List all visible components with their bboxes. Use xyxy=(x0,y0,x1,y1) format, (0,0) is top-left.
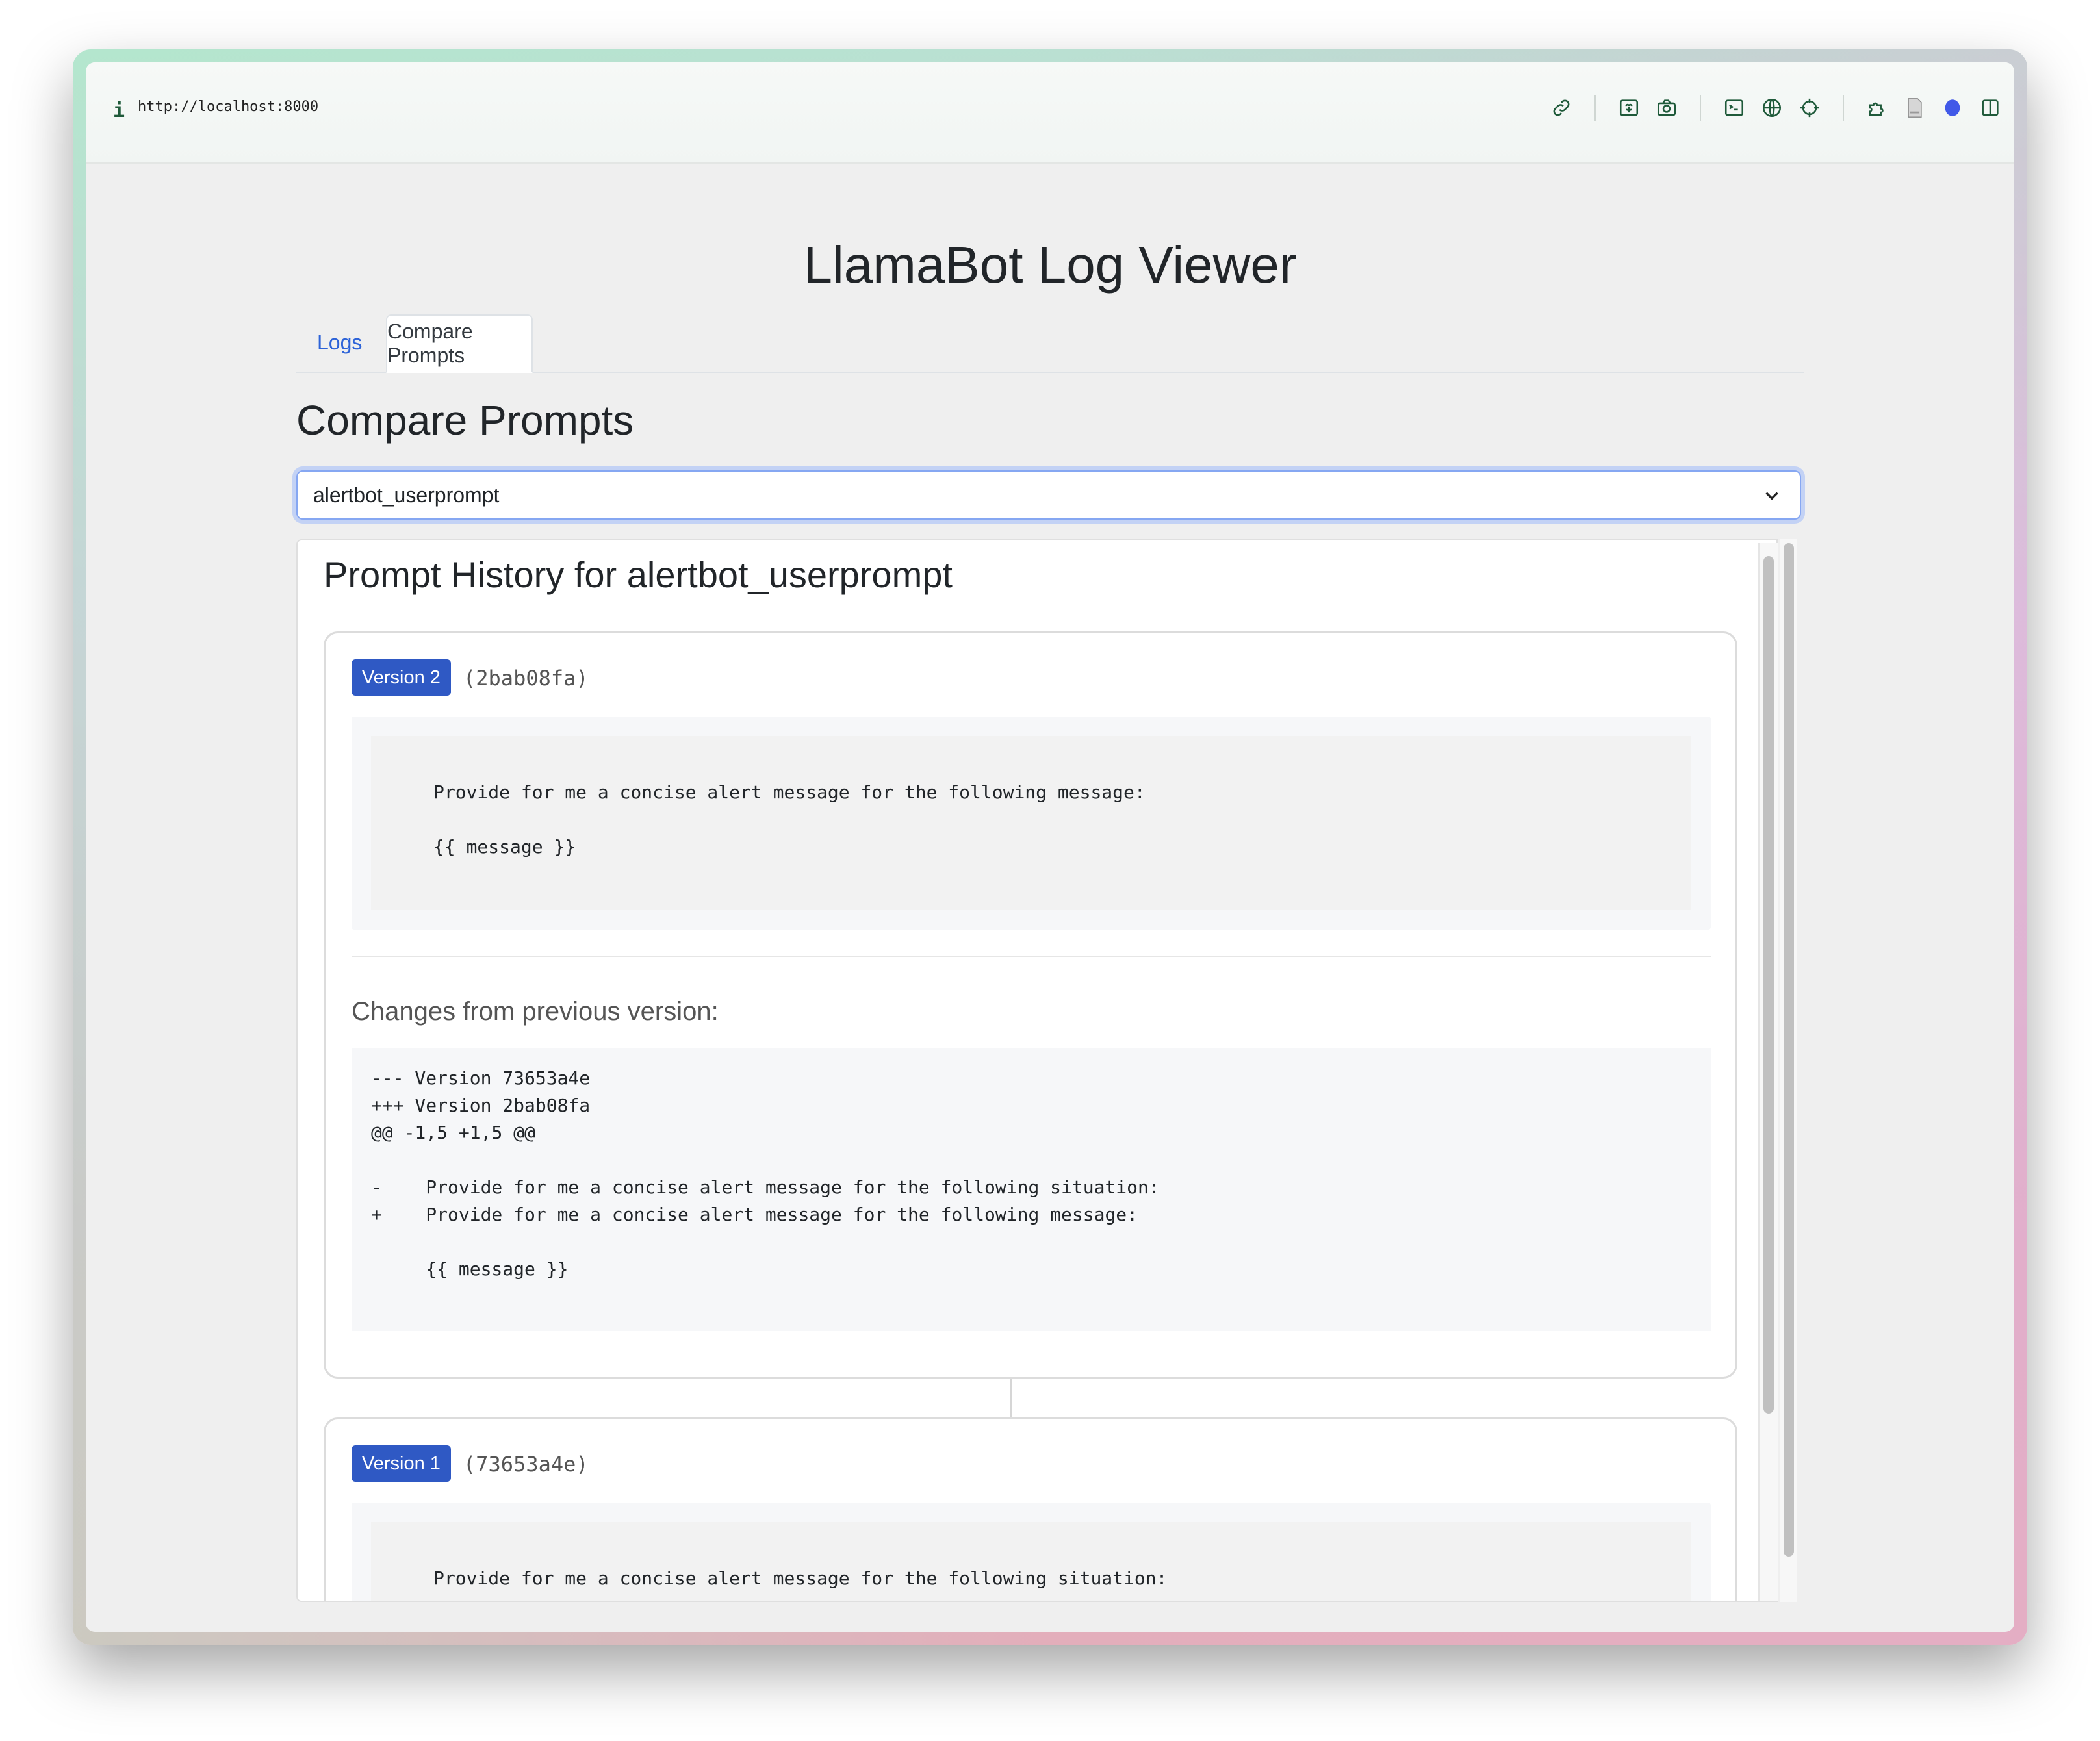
camera-icon[interactable] xyxy=(1656,97,1678,119)
diff-line-removed: - Provide for me a concise alert message… xyxy=(371,1176,1160,1198)
changes-heading: Changes from previous version: xyxy=(352,997,719,1026)
tab-logs[interactable]: Logs xyxy=(296,314,383,370)
image-icon[interactable] xyxy=(1618,97,1640,119)
version-badge: Version 1 xyxy=(352,1445,451,1482)
prompt-history-panel: Prompt History for alertbot_userprompt V… xyxy=(296,539,1778,1602)
address-bar: i http://localhost:8000 xyxy=(86,62,2014,164)
info-icon[interactable]: i xyxy=(109,91,129,130)
version-card: Version 2 (2bab08fa) Provide for me a co… xyxy=(324,631,1737,1379)
browser-toolbar xyxy=(1550,88,2001,127)
prompt-line: Provide for me a concise alert message f… xyxy=(433,1568,1168,1589)
document-icon[interactable] xyxy=(1904,97,1926,119)
history-scrollbar[interactable] xyxy=(1758,543,1778,1601)
toolbar-divider xyxy=(1594,95,1596,121)
page-scrollbar[interactable] xyxy=(1780,539,1797,1602)
version-hash: (73653a4e) xyxy=(463,1452,589,1477)
version-card: Version 1 (73653a4e) Provide for me a co… xyxy=(324,1417,1737,1601)
history-scrollbar-thumb[interactable] xyxy=(1763,556,1774,1414)
version-connector xyxy=(1010,1379,1012,1417)
prompt-pre: Provide for me a concise alert message f… xyxy=(371,1522,1691,1601)
chevron-down-icon xyxy=(1765,492,1778,500)
browser-window: i http://localhost:8000 LlamaBot Log Vie… xyxy=(86,62,2014,1632)
diff-line xyxy=(371,1228,1691,1256)
section-title: Compare Prompts xyxy=(296,397,634,444)
toolbar-divider xyxy=(1700,95,1701,121)
window-frame: i http://localhost:8000 LlamaBot Log Vie… xyxy=(73,49,2027,1645)
page-scrollbar-thumb[interactable] xyxy=(1784,543,1794,1557)
diff-line: --- Version 73653a4e xyxy=(371,1067,591,1089)
prompt-select[interactable]: alertbot_userprompt xyxy=(296,470,1801,520)
sidebar-icon[interactable] xyxy=(1979,97,2001,119)
tab-bar: Logs Compare Prompts xyxy=(296,314,1804,373)
app-title: LlamaBot Log Viewer xyxy=(803,236,1297,294)
profile-dot-icon[interactable] xyxy=(1941,97,1964,119)
prompt-pre: Provide for me a concise alert message f… xyxy=(371,736,1691,910)
diff-line-added: + Provide for me a concise alert message… xyxy=(371,1204,1138,1225)
tab-compare-prompts[interactable]: Compare Prompts xyxy=(386,314,533,373)
url-text[interactable]: http://localhost:8000 xyxy=(138,99,318,115)
history-title: Prompt History for alertbot_userprompt xyxy=(324,554,953,595)
diff-line xyxy=(371,1147,1691,1174)
crosshair-icon[interactable] xyxy=(1799,97,1821,119)
toolbar-divider xyxy=(1843,95,1844,121)
prompt-line: Provide for me a concise alert message f… xyxy=(433,782,1146,803)
diff-line: {{ message }} xyxy=(371,1258,569,1280)
prompt-text-block: Provide for me a concise alert message f… xyxy=(352,1503,1711,1601)
diff-block: --- Version 73653a4e +++ Version 2bab08f… xyxy=(352,1048,1711,1331)
prompt-line: {{ message }} xyxy=(433,836,576,858)
diff-line: @@ -1,5 +1,5 @@ xyxy=(371,1122,535,1143)
globe-icon[interactable] xyxy=(1761,97,1783,119)
prompt-select-value: alertbot_userprompt xyxy=(313,483,500,507)
link-icon[interactable] xyxy=(1550,97,1572,119)
divider xyxy=(352,956,1711,957)
page: LlamaBot Log Viewer Logs Compare Prompts… xyxy=(86,162,2014,1632)
diff-line: +++ Version 2bab08fa xyxy=(371,1095,591,1116)
version-badge: Version 2 xyxy=(352,659,451,696)
prompt-text-block: Provide for me a concise alert message f… xyxy=(352,717,1711,930)
version-hash: (2bab08fa) xyxy=(463,666,589,691)
terminal-icon[interactable] xyxy=(1723,97,1745,119)
puzzle-icon[interactable] xyxy=(1866,97,1888,119)
